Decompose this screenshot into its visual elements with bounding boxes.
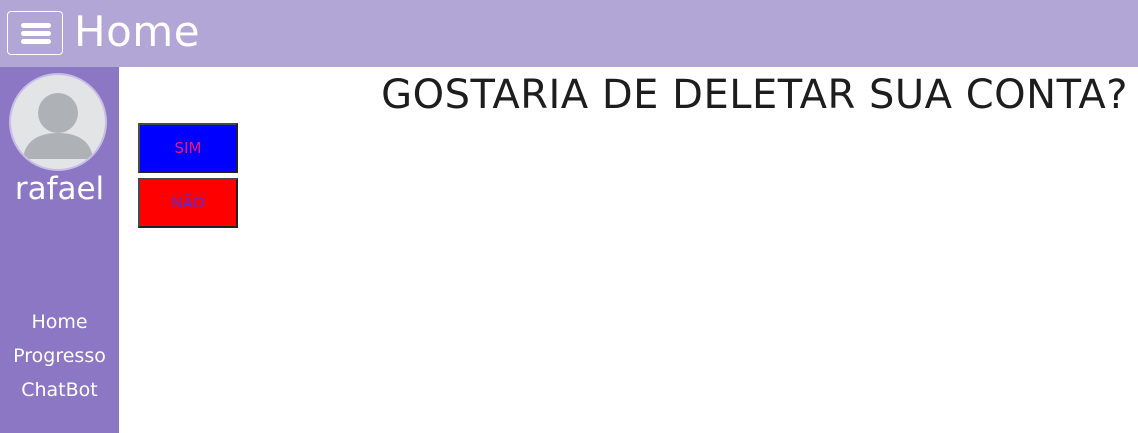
confirm-delete-button[interactable]: SIM bbox=[138, 123, 238, 173]
menu-button[interactable] bbox=[7, 11, 63, 55]
sidebar-item-chatbot[interactable]: ChatBot bbox=[0, 373, 119, 407]
sidebar: rafael Home Progresso ChatBot bbox=[0, 67, 119, 433]
user-avatar-icon bbox=[9, 73, 107, 171]
top-bar: Home bbox=[0, 0, 1138, 67]
username: rafael bbox=[14, 171, 105, 207]
delete-account-question: GOSTARIA DE DELETAR SUA CONTA? bbox=[381, 72, 1128, 118]
sidebar-item-home[interactable]: Home bbox=[0, 305, 119, 339]
sidebar-item-progresso[interactable]: Progresso bbox=[0, 339, 119, 373]
page-title: Home bbox=[74, 7, 201, 56]
cancel-delete-button[interactable]: NÃO bbox=[138, 178, 238, 228]
sidebar-nav: Home Progresso ChatBot bbox=[0, 305, 119, 407]
